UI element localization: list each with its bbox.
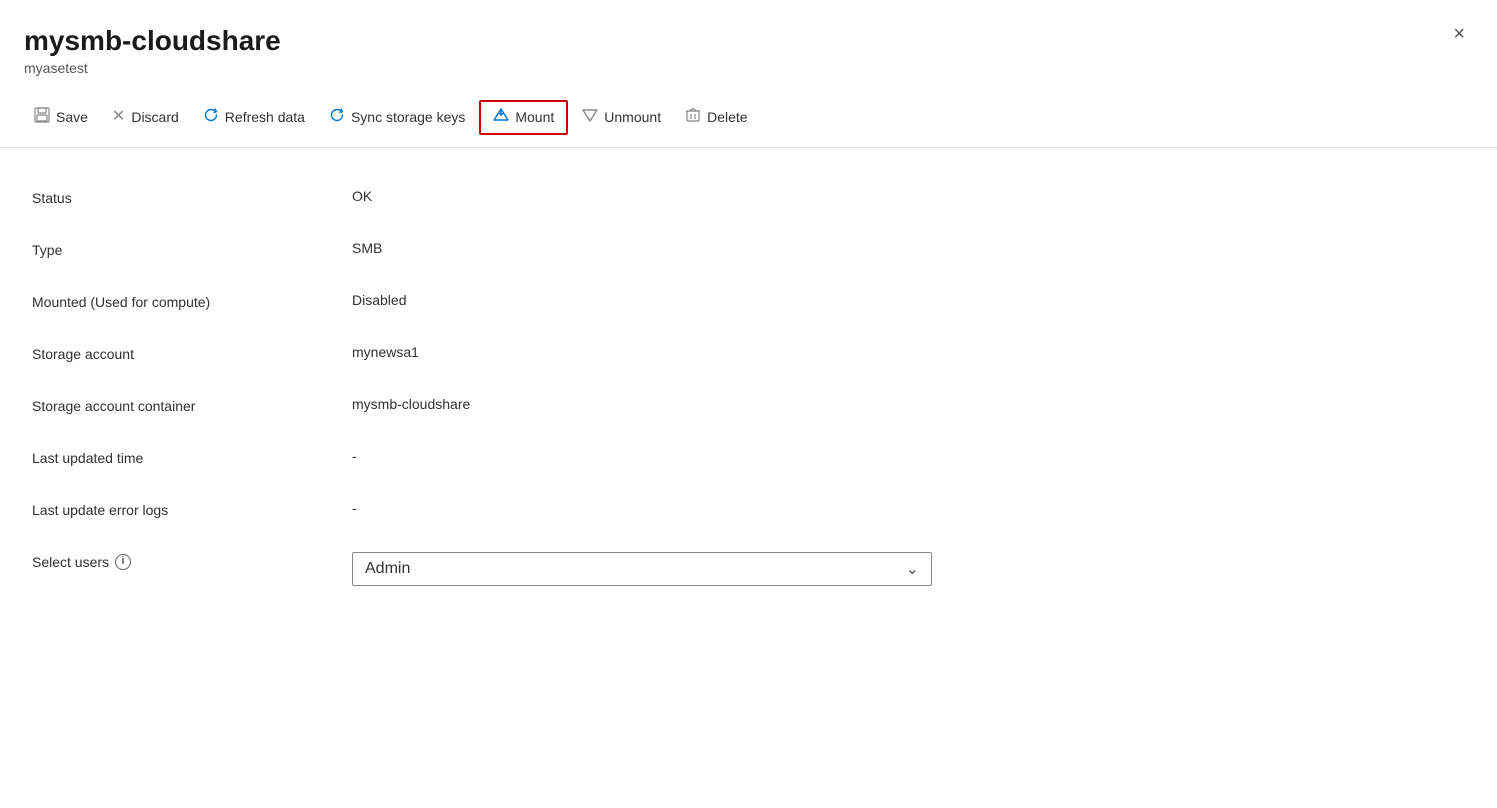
mount-label: Mount	[515, 109, 554, 125]
field-row-status: Status OK	[32, 172, 1465, 224]
select-users-value: Admin	[365, 560, 410, 578]
field-label-mounted: Mounted (Used for compute)	[32, 292, 352, 310]
field-label-last-updated: Last updated time	[32, 448, 352, 466]
refresh-icon	[203, 107, 219, 127]
panel-title: mysmb-cloudshare	[24, 24, 1465, 58]
sync-icon	[329, 107, 345, 127]
field-label-error-logs: Last update error logs	[32, 500, 352, 518]
panel: mysmb-cloudshare myasetest × Save ✕ Disc…	[0, 0, 1497, 808]
field-value-storage-account: mynewsa1	[352, 344, 1465, 360]
field-row-last-updated: Last updated time -	[32, 432, 1465, 484]
save-button[interactable]: Save	[24, 101, 98, 133]
select-users-label-text: Select users	[32, 554, 109, 570]
unmount-button[interactable]: Unmount	[572, 101, 671, 133]
field-row-storage-account: Storage account mynewsa1	[32, 328, 1465, 380]
field-row-select-users: Select users i Admin ⌄	[32, 536, 1465, 602]
discard-icon: ✕	[112, 109, 125, 125]
mount-button[interactable]: Mount	[479, 100, 568, 135]
field-row-mounted: Mounted (Used for compute) Disabled	[32, 276, 1465, 328]
delete-icon	[685, 107, 701, 127]
sync-button[interactable]: Sync storage keys	[319, 101, 475, 133]
field-label-select-users: Select users i	[32, 552, 352, 570]
save-icon	[34, 107, 50, 127]
field-value-error-logs: -	[352, 500, 1465, 516]
discard-button[interactable]: ✕ Discard	[102, 103, 189, 131]
info-icon: i	[115, 554, 131, 570]
unmount-label: Unmount	[604, 109, 661, 125]
mount-icon	[493, 107, 509, 128]
field-label-storage-container: Storage account container	[32, 396, 352, 414]
discard-label: Discard	[131, 109, 178, 125]
toolbar: Save ✕ Discard Refresh data	[0, 88, 1497, 148]
field-value-storage-container: mysmb-cloudshare	[352, 396, 1465, 412]
delete-button[interactable]: Delete	[675, 101, 757, 133]
save-label: Save	[56, 109, 88, 125]
unmount-icon	[582, 107, 598, 127]
content-area: Status OK Type SMB Mounted (Used for com…	[0, 148, 1497, 626]
field-value-type: SMB	[352, 240, 1465, 256]
panel-subtitle: myasetest	[24, 60, 1465, 76]
sync-label: Sync storage keys	[351, 109, 465, 125]
refresh-label: Refresh data	[225, 109, 305, 125]
field-label-status: Status	[32, 188, 352, 206]
field-label-storage-account: Storage account	[32, 344, 352, 362]
field-value-mounted: Disabled	[352, 292, 1465, 308]
chevron-down-icon: ⌄	[906, 559, 919, 579]
select-users-dropdown[interactable]: Admin ⌄	[352, 552, 932, 586]
close-button[interactable]: ×	[1445, 20, 1473, 48]
field-row-error-logs: Last update error logs -	[32, 484, 1465, 536]
field-label-type: Type	[32, 240, 352, 258]
field-value-last-updated: -	[352, 448, 1465, 464]
delete-label: Delete	[707, 109, 747, 125]
field-row-type: Type SMB	[32, 224, 1465, 276]
refresh-button[interactable]: Refresh data	[193, 101, 315, 133]
field-row-storage-container: Storage account container mysmb-cloudsha…	[32, 380, 1465, 432]
panel-header: mysmb-cloudshare myasetest ×	[0, 0, 1497, 76]
field-value-status: OK	[352, 188, 1465, 204]
